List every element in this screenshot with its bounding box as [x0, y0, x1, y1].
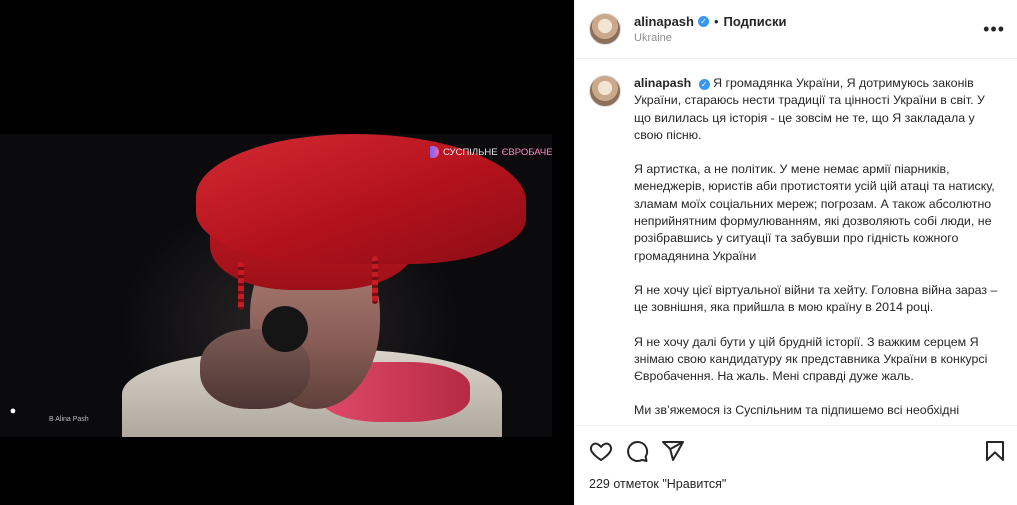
- bead-earring-left: [238, 262, 244, 310]
- caption-paragraph: Я не хочу цієї віртуальної війни та хейт…: [634, 282, 998, 315]
- post-media[interactable]: СУСПІЛЬНЕ ЄВРОБАЧЕННЯ B Alina Pash ●: [0, 0, 574, 505]
- watermark-text-1: СУСПІЛЬНЕ: [443, 146, 498, 158]
- caption-paragraph: Я не хочу далі бути у цій брудній історі…: [634, 334, 988, 384]
- post-sidebar: alinapash ✓ • Подписки Ukraine ••• alina…: [574, 0, 1017, 505]
- caption-paragraph: Ми зв’яжемося із Суспільним та підпишемо…: [634, 403, 960, 425]
- microphone: [262, 306, 308, 352]
- verified-badge-icon: ✓: [697, 16, 709, 27]
- bookmark-icon[interactable]: [983, 439, 1007, 463]
- action-bar: [575, 425, 1017, 475]
- heart-icon[interactable]: [589, 439, 613, 463]
- caption-paragraph: Я артистка, а не політик. У мене немає а…: [634, 162, 995, 263]
- following-button[interactable]: Подписки: [724, 14, 787, 29]
- bead-earring-right: [372, 256, 378, 304]
- caption-paragraph: alinapash ✓ Я громадянка України, Я дотр…: [634, 75, 1003, 144]
- share-icon[interactable]: [661, 439, 685, 463]
- comment-icon[interactable]: [625, 439, 649, 463]
- photo-credit: B Alina Pash: [49, 416, 89, 423]
- more-icon[interactable]: •••: [983, 19, 1005, 40]
- header-row: alinapash ✓ • Подписки: [634, 14, 983, 29]
- likes-count[interactable]: 229 отметок "Нравится": [575, 475, 1017, 505]
- caption-block: alinapash ✓ Я громадянка України, Я дотр…: [575, 59, 1017, 425]
- broadcast-watermark: СУСПІЛЬНЕ ЄВРОБАЧЕННЯ: [430, 146, 552, 158]
- post-view: СУСПІЛЬНЕ ЄВРОБАЧЕННЯ B Alina Pash ● ali…: [0, 0, 1017, 505]
- avatar[interactable]: [589, 75, 621, 107]
- broadcaster-logo-icon: [430, 146, 439, 158]
- video-frame[interactable]: СУСПІЛЬНЕ ЄВРОБАЧЕННЯ B Alina Pash: [0, 134, 552, 437]
- verified-badge-icon: ✓: [698, 79, 710, 90]
- post-header: alinapash ✓ • Подписки Ukraine •••: [575, 0, 1017, 59]
- header-meta: alinapash ✓ • Подписки Ukraine: [634, 14, 983, 44]
- separator-dot: •: [713, 14, 719, 29]
- caption-username[interactable]: alinapash: [634, 76, 691, 90]
- username-link[interactable]: alinapash: [634, 14, 694, 29]
- avatar[interactable]: [589, 13, 621, 45]
- caption-text: alinapash ✓ Я громадянка України, Я дотр…: [634, 75, 1003, 425]
- location-link[interactable]: Ukraine: [634, 32, 983, 44]
- person-icon[interactable]: ●: [6, 404, 20, 418]
- watermark-text-2: ЄВРОБАЧЕННЯ: [501, 146, 552, 158]
